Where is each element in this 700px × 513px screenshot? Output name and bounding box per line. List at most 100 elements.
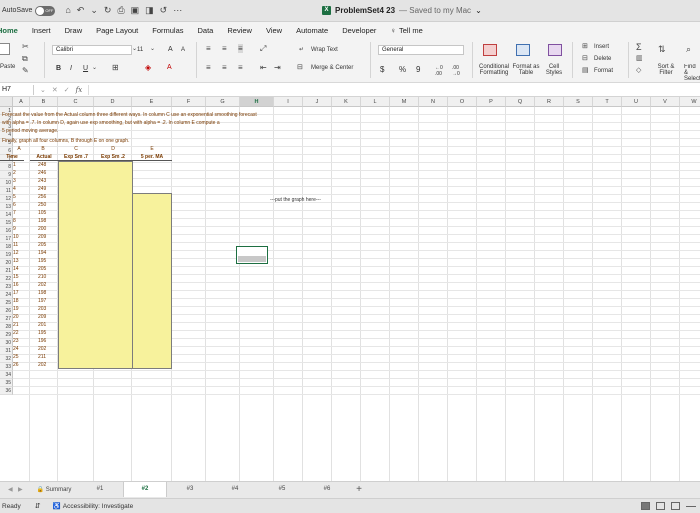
column-header-c[interactable]: C — [58, 97, 94, 107]
tell-me-search[interactable]: ♀ Tell me — [383, 26, 429, 35]
tab-review[interactable]: Review — [220, 26, 259, 35]
select-all-corner[interactable] — [0, 97, 13, 107]
paste-icon[interactable] — [0, 43, 10, 55]
actual-cell[interactable]: 202 — [31, 345, 46, 353]
cell-styles-icon[interactable] — [548, 44, 562, 56]
actual-cell[interactable]: 197 — [31, 297, 46, 305]
page-break-view-icon[interactable] — [671, 502, 680, 510]
actual-cell[interactable]: 201 — [31, 321, 46, 329]
actual-cell[interactable]: 250 — [31, 201, 46, 209]
column-header-w[interactable]: W — [680, 97, 700, 107]
italic-button[interactable]: I — [70, 65, 72, 72]
align-right-icon[interactable]: ≡ — [238, 63, 243, 72]
time-cell[interactable]: 14 — [6, 265, 19, 273]
time-cell[interactable]: 21 — [6, 321, 19, 329]
row-header[interactable]: 35 — [0, 379, 13, 387]
accessibility-status[interactable]: Accessibility: Investigate — [63, 503, 133, 510]
bold-button[interactable]: B — [56, 65, 61, 72]
instruction-line[interactable]: 5 period moving average. — [2, 127, 58, 135]
tab-page-layout[interactable]: Page Layout — [89, 26, 145, 35]
undo-dropdown-icon[interactable]: ⌄ — [90, 5, 98, 16]
print-icon[interactable]: ⎙ — [117, 5, 124, 16]
time-cell[interactable]: 12 — [6, 249, 19, 257]
align-center-icon[interactable]: ≡ — [222, 63, 227, 72]
time-cell[interactable]: 4 — [6, 185, 16, 193]
instruction-line[interactable]: with alpha = .7. In column D, again use … — [2, 119, 220, 127]
macro-record-icon[interactable]: ⇵ — [35, 502, 41, 510]
time-cell[interactable]: 1 — [6, 161, 16, 169]
underline-dropdown-icon[interactable]: ⌄ — [92, 64, 97, 71]
delete-button[interactable]: Delete — [594, 56, 611, 62]
table-letter[interactable]: E — [132, 145, 172, 153]
fill-color-icon[interactable]: ◈ — [145, 63, 151, 72]
column-header-p[interactable]: P — [477, 97, 506, 107]
format-cells-icon[interactable]: ▤ — [582, 66, 589, 74]
actual-cell[interactable]: 209 — [31, 313, 46, 321]
tab-draw[interactable]: Draw — [58, 26, 90, 35]
previous-sheet-icon[interactable]: ◀ — [8, 486, 13, 493]
time-cell[interactable]: 8 — [6, 217, 16, 225]
merge-center-button[interactable]: Merge & Center — [311, 65, 353, 71]
insert-cells-icon[interactable]: ⊞ — [582, 42, 588, 50]
name-box-dropdown-icon[interactable]: ⌄ — [40, 86, 46, 94]
increase-font-icon[interactable]: A — [168, 46, 173, 53]
format-as-table-label[interactable]: Format as Table — [512, 64, 540, 76]
column-header-j[interactable]: J — [303, 97, 332, 107]
actual-cell[interactable]: 195 — [31, 257, 46, 265]
instruction-line[interactable]: Forecast the value from the Actual colum… — [2, 111, 257, 119]
column-header-o[interactable]: O — [448, 97, 477, 107]
time-cell[interactable]: 6 — [6, 201, 16, 209]
row-header[interactable]: 36 — [0, 387, 13, 395]
actual-cell[interactable]: 198 — [31, 289, 46, 297]
actual-cell[interactable]: 105 — [31, 209, 46, 217]
align-left-icon[interactable]: ≡ — [206, 63, 211, 72]
actual-cell[interactable]: 202 — [31, 361, 46, 369]
column-header-v[interactable]: V — [651, 97, 680, 107]
actual-cell[interactable]: 256 — [31, 193, 46, 201]
graph-placeholder[interactable]: ---put the graph here--- — [270, 197, 321, 203]
table-header-time[interactable]: Time — [0, 153, 24, 161]
table-header-moving-average[interactable]: 5 per. MA — [132, 153, 172, 161]
actual-cell[interactable]: 249 — [31, 185, 46, 193]
tab-insert[interactable]: Insert — [25, 26, 58, 35]
time-cell[interactable]: 3 — [6, 177, 16, 185]
clear-icon[interactable]: ◇ — [636, 66, 641, 74]
increase-indent-icon[interactable]: ⇥ — [274, 63, 281, 72]
sheet-tab-3[interactable]: #3 — [170, 486, 210, 492]
actual-cell[interactable]: 196 — [31, 337, 46, 345]
actual-cell[interactable]: 202 — [31, 281, 46, 289]
time-cell[interactable]: 15 — [6, 273, 19, 281]
column-header-f[interactable]: F — [172, 97, 206, 107]
actual-cell[interactable]: 203 — [31, 305, 46, 313]
table-letter[interactable]: B — [30, 145, 56, 153]
table-header-exp-sm-7[interactable]: Exp Sm .7 — [58, 153, 94, 161]
time-cell[interactable]: 5 — [6, 193, 16, 201]
sheet-tab-summary[interactable]: 🔒 Summary — [30, 486, 78, 493]
delete-cells-icon[interactable]: ⊟ — [582, 54, 588, 62]
number-format-box[interactable]: General — [378, 45, 464, 55]
table-letter[interactable]: C — [58, 145, 94, 153]
redo-icon[interactable]: ↻ — [104, 5, 112, 16]
column-header-r[interactable]: R — [535, 97, 564, 107]
name-box[interactable]: H7 — [0, 84, 34, 95]
row-header[interactable]: 34 — [0, 371, 13, 379]
align-top-icon[interactable]: ≡ — [206, 44, 211, 53]
column-header-l[interactable]: L — [361, 97, 390, 107]
column-header-e[interactable]: E — [132, 97, 172, 107]
time-cell[interactable]: 19 — [6, 305, 19, 313]
actual-cell[interactable]: 246 — [31, 169, 46, 177]
column-header-a[interactable]: A — [13, 97, 30, 107]
home-icon[interactable]: ⌂ — [65, 5, 70, 16]
decrease-decimal-icon[interactable]: .00 →0 — [452, 65, 460, 77]
table-letter[interactable]: D — [94, 145, 132, 153]
column-header-g[interactable]: G — [206, 97, 240, 107]
tab-home[interactable]: Home — [0, 26, 25, 35]
column-header-m[interactable]: M — [390, 97, 419, 107]
paste-label[interactable]: Paste — [0, 64, 15, 70]
add-sheet-button[interactable]: + — [353, 484, 365, 496]
increase-decimal-icon[interactable]: ←0.00 — [435, 65, 443, 77]
currency-button[interactable]: $ — [380, 65, 384, 74]
formula-input[interactable] — [88, 84, 700, 95]
insert-function-icon[interactable]: fx — [76, 86, 83, 94]
save-icon[interactable]: ▣ — [131, 5, 140, 16]
